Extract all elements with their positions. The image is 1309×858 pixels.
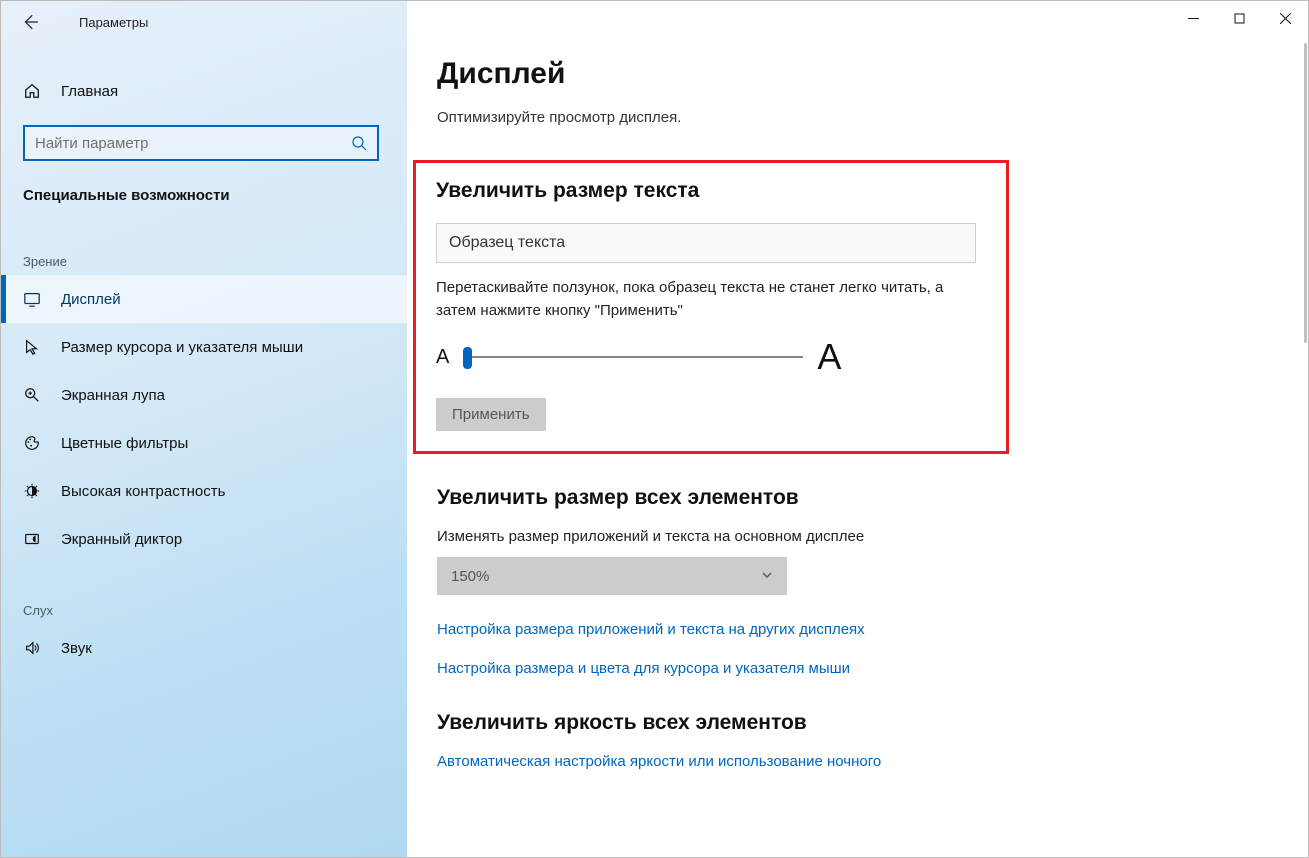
scale-all-desc: Изменять размер приложений и текста на о…	[437, 528, 1077, 545]
window-controls	[1170, 1, 1308, 35]
sidebar: Параметры Главная Специальные возможност…	[1, 1, 407, 857]
sidebar-item-home[interactable]: Главная	[1, 69, 407, 113]
scale-all-heading: Увеличить размер всех элементов	[437, 486, 1077, 510]
sidebar-item-cursor[interactable]: Размер курсора и указателя мыши	[1, 323, 407, 371]
search-input[interactable]	[35, 135, 351, 152]
link-other-displays[interactable]: Настройка размера приложений и текста на…	[437, 621, 1077, 638]
magnifier-icon	[23, 386, 43, 404]
text-size-slider-row: A A	[436, 336, 986, 378]
display-icon	[23, 290, 43, 308]
back-button[interactable]	[19, 11, 41, 33]
settings-window: Параметры Главная Специальные возможност…	[0, 0, 1309, 858]
search-box[interactable]	[23, 125, 379, 161]
slider-min-label: A	[436, 346, 449, 369]
chevron-down-icon	[761, 568, 773, 585]
brightness-section: Увеличить яркость всех элементов Автомат…	[437, 711, 1077, 770]
sidebar-item-narrator[interactable]: Экранный диктор	[1, 515, 407, 563]
narrator-icon	[23, 530, 43, 548]
scale-all-section: Увеличить размер всех элементов Изменять…	[437, 486, 1077, 677]
text-size-section-highlight: Увеличить размер текста Образец текста П…	[413, 160, 1009, 454]
main-content: Дисплей Оптимизируйте просмотр дисплея. …	[407, 1, 1308, 857]
apply-button[interactable]: Применить	[436, 398, 546, 431]
sidebar-item-high-contrast[interactable]: Высокая контрастность	[1, 467, 407, 515]
nav-label: Размер курсора и указателя мыши	[61, 339, 303, 356]
category-title: Специальные возможности	[1, 161, 407, 214]
search-icon	[351, 135, 367, 151]
nav-label: Экранная лупа	[61, 387, 165, 404]
group-vision: Зрение	[1, 214, 407, 275]
group-hearing: Слух	[1, 563, 407, 624]
nav-label: Высокая контрастность	[61, 483, 225, 500]
content-area: Дисплей Оптимизируйте просмотр дисплея. …	[407, 1, 1107, 844]
nav-label: Дисплей	[61, 291, 121, 308]
maximize-button[interactable]	[1216, 1, 1262, 35]
link-auto-brightness[interactable]: Автоматическая настройка яркости или исп…	[437, 753, 1077, 770]
sidebar-item-color-filters[interactable]: Цветные фильтры	[1, 419, 407, 467]
scale-dropdown[interactable]: 150%	[437, 557, 787, 595]
nav-label: Звук	[61, 640, 92, 657]
slider-help-text: Перетаскивайте ползунок, пока образец те…	[436, 277, 976, 322]
sidebar-item-magnifier[interactable]: Экранная лупа	[1, 371, 407, 419]
page-subtitle: Оптимизируйте просмотр дисплея.	[437, 109, 1077, 126]
sidebar-header: Параметры	[1, 1, 407, 43]
link-cursor-settings[interactable]: Настройка размера и цвета для курсора и …	[437, 660, 1077, 677]
scale-value: 150%	[451, 568, 489, 585]
slider-track	[463, 356, 803, 358]
minimize-button[interactable]	[1170, 1, 1216, 35]
sample-text-box: Образец текста	[436, 223, 976, 263]
cursor-icon	[23, 338, 43, 356]
search-wrap	[1, 113, 407, 161]
palette-icon	[23, 434, 43, 452]
nav-label: Цветные фильтры	[61, 435, 188, 452]
text-size-slider[interactable]	[463, 345, 803, 369]
nav-label: Экранный диктор	[61, 531, 182, 548]
home-label: Главная	[61, 83, 118, 100]
page-title: Дисплей	[437, 57, 1077, 91]
slider-thumb[interactable]	[463, 347, 472, 369]
scrollbar-thumb[interactable]	[1304, 43, 1307, 343]
text-size-heading: Увеличить размер текста	[436, 179, 986, 203]
sound-icon	[23, 639, 43, 657]
brightness-heading: Увеличить яркость всех элементов	[437, 711, 1077, 735]
close-button[interactable]	[1262, 1, 1308, 35]
slider-max-label: A	[817, 336, 841, 378]
sidebar-item-display[interactable]: Дисплей	[1, 275, 407, 323]
sidebar-item-sound[interactable]: Звук	[1, 624, 407, 672]
home-icon	[23, 82, 43, 100]
contrast-icon	[23, 482, 43, 500]
app-title: Параметры	[79, 15, 148, 30]
